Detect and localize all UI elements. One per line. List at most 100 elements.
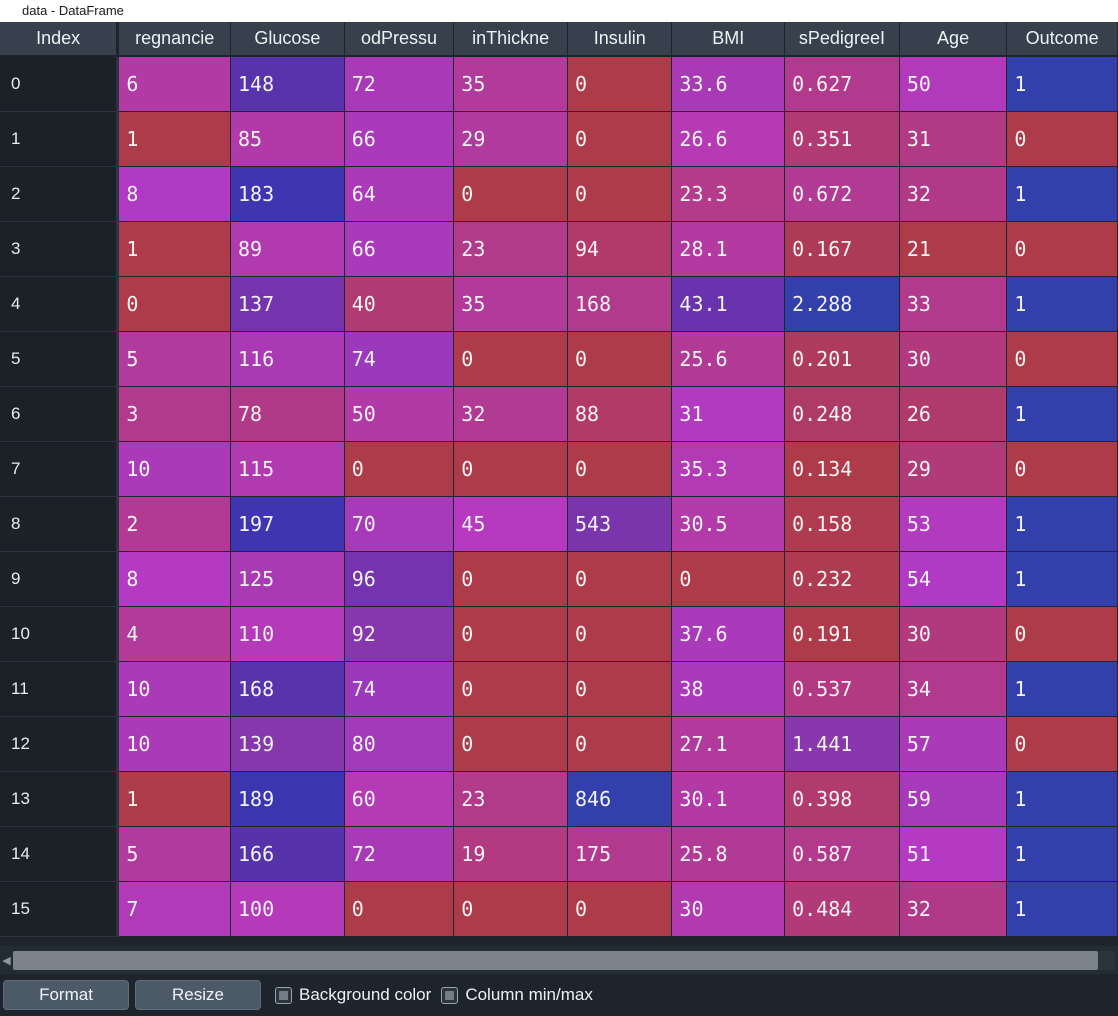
data-cell[interactable]: 66	[344, 111, 455, 167]
data-cell[interactable]: 0	[1006, 441, 1118, 497]
data-cell[interactable]: 5	[117, 331, 232, 387]
row-index-cell[interactable]: 14	[0, 826, 120, 882]
data-cell[interactable]: 0	[567, 111, 673, 167]
table-row[interactable]: 15 7 100 0 0 0 30 0.484 32 1	[0, 881, 1118, 937]
table-row[interactable]: 2 8 183 64 0 0 23.3 0.672 32 1	[0, 166, 1118, 222]
data-cell[interactable]: 54	[899, 551, 1008, 607]
data-cell[interactable]: 30	[899, 331, 1008, 387]
data-cell[interactable]: 137	[230, 276, 345, 332]
data-cell[interactable]: 0	[453, 551, 568, 607]
data-cell[interactable]: 35	[453, 56, 568, 112]
data-cell[interactable]: 0	[453, 441, 568, 497]
row-index-cell[interactable]: 13	[0, 771, 120, 827]
data-cell[interactable]: 70	[344, 496, 455, 552]
data-cell[interactable]: 0	[1006, 331, 1118, 387]
column-header-6[interactable]: sPedigreeI	[784, 22, 900, 57]
column-header-0[interactable]: regnancie	[117, 22, 232, 57]
data-cell[interactable]: 2	[117, 496, 232, 552]
data-cell[interactable]: 50	[344, 386, 455, 442]
data-cell[interactable]: 100	[230, 881, 345, 937]
table-row[interactable]: 12 10 139 80 0 0 27.1 1.441 57 0	[0, 716, 1118, 772]
column-minmax-checkbox-group[interactable]: Column min/max	[441, 985, 603, 1005]
data-cell[interactable]: 34	[899, 661, 1008, 717]
data-cell[interactable]: 1	[1006, 166, 1118, 222]
data-cell[interactable]: 19	[453, 826, 568, 882]
data-cell[interactable]: 0	[453, 166, 568, 222]
data-cell[interactable]: 74	[344, 661, 455, 717]
data-cell[interactable]: 45	[453, 496, 568, 552]
data-cell[interactable]: 175	[567, 826, 673, 882]
data-cell[interactable]: 27.1	[671, 716, 786, 772]
data-cell[interactable]: 26	[899, 386, 1008, 442]
data-cell[interactable]: 0	[1006, 716, 1118, 772]
format-button[interactable]: Format	[3, 980, 129, 1010]
dataframe-grid-container[interactable]: Index regnancie Glucose odPressu inThickne I…	[0, 22, 1118, 946]
row-index-cell[interactable]: 6	[0, 386, 120, 442]
table-row[interactable]: 6 3 78 50 32 88 31 0.248 26 1	[0, 386, 1118, 442]
data-cell[interactable]: 85	[230, 111, 345, 167]
data-cell[interactable]: 37.6	[671, 606, 786, 662]
data-cell[interactable]: 64	[344, 166, 455, 222]
data-cell[interactable]: 29	[453, 111, 568, 167]
table-row[interactable]: 7 10 115 0 0 0 35.3 0.134 29 0	[0, 441, 1118, 497]
table-row[interactable]: 9 8 125 96 0 0 0 0.232 54 1	[0, 551, 1118, 607]
data-cell[interactable]: 33.6	[671, 56, 786, 112]
table-row[interactable]: 11 10 168 74 0 0 38 0.537 34 1	[0, 661, 1118, 717]
data-cell[interactable]: 4	[117, 606, 232, 662]
row-index-cell[interactable]: 5	[0, 331, 120, 387]
data-cell[interactable]: 0.191	[784, 606, 900, 662]
data-cell[interactable]: 33	[899, 276, 1008, 332]
data-cell[interactable]: 846	[567, 771, 673, 827]
data-cell[interactable]: 1	[1006, 661, 1118, 717]
data-cell[interactable]: 40	[344, 276, 455, 332]
data-cell[interactable]: 189	[230, 771, 345, 827]
data-cell[interactable]: 1	[1006, 276, 1118, 332]
data-cell[interactable]: 1	[117, 111, 232, 167]
data-cell[interactable]: 78	[230, 386, 345, 442]
data-cell[interactable]: 43.1	[671, 276, 786, 332]
data-cell[interactable]: 168	[567, 276, 673, 332]
data-cell[interactable]: 32	[899, 881, 1008, 937]
data-cell[interactable]: 6	[117, 56, 232, 112]
data-cell[interactable]: 1	[1006, 826, 1118, 882]
data-cell[interactable]: 0	[567, 881, 673, 937]
table-row[interactable]: 4 0 137 40 35 168 43.1 2.288 33 1	[0, 276, 1118, 332]
data-cell[interactable]: 30	[899, 606, 1008, 662]
data-cell[interactable]: 0	[344, 881, 455, 937]
data-cell[interactable]: 0.201	[784, 331, 900, 387]
data-cell[interactable]: 0	[117, 276, 232, 332]
data-cell[interactable]: 0.537	[784, 661, 900, 717]
data-cell[interactable]: 0	[1006, 111, 1118, 167]
data-cell[interactable]: 1	[117, 771, 232, 827]
row-index-cell[interactable]: 2	[0, 166, 120, 222]
scrollbar-thumb[interactable]	[13, 950, 1099, 970]
data-cell[interactable]: 10	[117, 441, 232, 497]
data-cell[interactable]: 148	[230, 56, 345, 112]
data-cell[interactable]: 10	[117, 716, 232, 772]
data-cell[interactable]: 1	[1006, 386, 1118, 442]
table-row[interactable]: 8 2 197 70 45 543 30.5 0.158 53 1	[0, 496, 1118, 552]
data-cell[interactable]: 0	[567, 661, 673, 717]
data-cell[interactable]: 0	[1006, 606, 1118, 662]
background-color-checkbox[interactable]	[275, 986, 292, 1004]
data-cell[interactable]: 28.1	[671, 221, 786, 277]
row-index-cell[interactable]: 8	[0, 496, 120, 552]
data-cell[interactable]: 72	[344, 826, 455, 882]
column-header-index[interactable]: Index	[0, 22, 120, 57]
data-cell[interactable]: 1	[1006, 496, 1118, 552]
resize-button[interactable]: Resize	[135, 980, 261, 1010]
data-cell[interactable]: 3	[117, 386, 232, 442]
row-index-cell[interactable]: 0	[0, 56, 120, 112]
data-cell[interactable]: 30	[671, 881, 786, 937]
data-cell[interactable]: 125	[230, 551, 345, 607]
data-cell[interactable]: 23	[453, 771, 568, 827]
data-cell[interactable]: 32	[899, 166, 1008, 222]
data-cell[interactable]: 10	[117, 661, 232, 717]
data-cell[interactable]: 50	[899, 56, 1008, 112]
column-header-4[interactable]: Insulin	[567, 22, 673, 57]
data-cell[interactable]: 110	[230, 606, 345, 662]
data-cell[interactable]: 23	[453, 221, 568, 277]
data-cell[interactable]: 53	[899, 496, 1008, 552]
scrollbar-track[interactable]	[13, 950, 1115, 970]
data-cell[interactable]: 30.1	[671, 771, 786, 827]
